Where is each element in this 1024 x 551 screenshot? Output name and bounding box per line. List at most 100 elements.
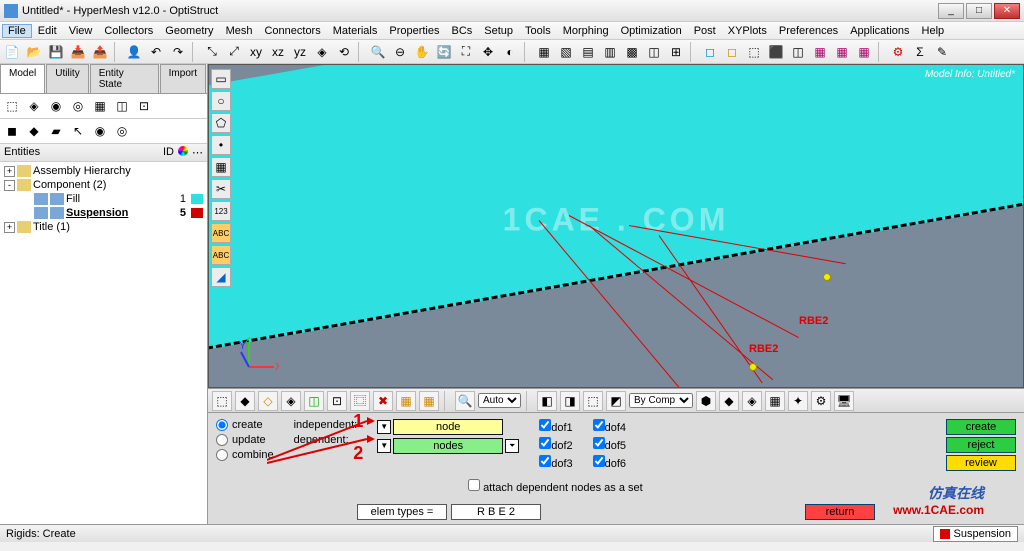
open-icon[interactable]: 📂 — [24, 42, 44, 62]
menu-help[interactable]: Help — [916, 24, 951, 38]
tab-entity-state[interactable]: Entity State — [90, 64, 159, 93]
bt6-icon[interactable]: ◫ — [112, 96, 132, 116]
dof3-check[interactable]: dof3 — [539, 455, 572, 470]
menu-connectors[interactable]: Connectors — [258, 24, 326, 38]
menu-materials[interactable]: Materials — [327, 24, 384, 38]
render2-icon[interactable]: ◨ — [560, 391, 580, 411]
fit-icon[interactable]: ⛶ — [456, 42, 476, 62]
vis3-icon[interactable]: ◈ — [742, 391, 762, 411]
new-icon[interactable]: 📄 — [2, 42, 22, 62]
vt-surf-icon[interactable]: ◢ — [211, 267, 231, 287]
return-button[interactable]: return — [805, 504, 875, 520]
collapse-icon[interactable]: - — [4, 180, 15, 191]
maximize-button[interactable]: □ — [966, 3, 992, 19]
nodes-dropdown-button[interactable]: ⏷ — [505, 439, 519, 453]
menu-view[interactable]: View — [63, 24, 99, 38]
render1-icon[interactable]: ◧ — [537, 391, 557, 411]
mask1-icon[interactable]: ⬚ — [212, 391, 232, 411]
more-icon[interactable]: ⋯ — [192, 146, 203, 159]
3d-viewport[interactable]: ▭ ○ ⬠ • ▦ ✂ 123 ABC ABC ◢ Model Info: Un… — [208, 64, 1024, 388]
disp2-icon[interactable]: ◆ — [24, 121, 44, 141]
disp4-icon[interactable]: ◉ — [90, 121, 110, 141]
vt-clip-icon[interactable]: ✂ — [211, 179, 231, 199]
tab-import[interactable]: Import — [160, 64, 206, 93]
close-button[interactable]: ✕ — [994, 3, 1020, 19]
radio-update-input[interactable] — [216, 434, 228, 446]
delete-icon[interactable]: ✖ — [373, 391, 393, 411]
current-component[interactable]: Suspension — [933, 526, 1019, 542]
xy-icon[interactable]: xy — [246, 42, 266, 62]
vis6-icon[interactable]: ⚙ — [811, 391, 831, 411]
mesh1-icon[interactable]: ▦ — [810, 42, 830, 62]
spin-icon[interactable]: ◐ — [500, 42, 520, 62]
menu-properties[interactable]: Properties — [383, 24, 445, 38]
reject-button[interactable]: reject — [946, 437, 1016, 453]
tab-utility[interactable]: Utility — [46, 64, 88, 93]
trans-icon[interactable]: ◫ — [788, 42, 808, 62]
mask4-icon[interactable]: ◈ — [281, 391, 301, 411]
mask7-icon[interactable]: ⿴ — [350, 391, 370, 411]
tool1-icon[interactable]: ⚙ — [888, 42, 908, 62]
tree-assembly[interactable]: + Assembly Hierarchy — [2, 164, 205, 178]
undo-icon[interactable]: ↶ — [146, 42, 166, 62]
menu-edit[interactable]: Edit — [32, 24, 63, 38]
vt-abc2-icon[interactable]: ABC — [211, 245, 231, 265]
disp5-icon[interactable]: ◎ — [112, 121, 132, 141]
org1-icon[interactable]: ▦ — [396, 391, 416, 411]
dependent-nodes-selector[interactable]: nodes — [393, 438, 503, 454]
window4-icon[interactable]: ▥ — [600, 42, 620, 62]
cube2-icon[interactable]: ◻ — [722, 42, 742, 62]
iso-icon[interactable]: ◈ — [312, 42, 332, 62]
window3-icon[interactable]: ▤ — [578, 42, 598, 62]
vis7-icon[interactable]: 🖥 — [834, 391, 854, 411]
menu-mesh[interactable]: Mesh — [220, 24, 259, 38]
org2-icon[interactable]: ▦ — [419, 391, 439, 411]
window7-icon[interactable]: ⊞ — [666, 42, 686, 62]
radio-combine[interactable]: combine — [216, 449, 274, 461]
menu-tools[interactable]: Tools — [519, 24, 557, 38]
elem-types-button[interactable]: elem types = — [357, 504, 447, 520]
vis4-icon[interactable]: ▦ — [765, 391, 785, 411]
dof4-check[interactable]: dof4 — [593, 419, 626, 434]
zoom-out-icon[interactable]: ⊖ — [390, 42, 410, 62]
tool2-icon[interactable]: Σ — [910, 42, 930, 62]
mesh3-icon[interactable]: ▦ — [854, 42, 874, 62]
tree-suspension[interactable]: Suspension 5 — [2, 206, 205, 220]
user-icon[interactable]: 👤 — [124, 42, 144, 62]
disp1-icon[interactable]: ◼ — [2, 121, 22, 141]
auto-select[interactable]: Auto — [478, 393, 521, 408]
radio-create[interactable]: create — [216, 419, 274, 431]
vis2-icon[interactable]: ◆ — [719, 391, 739, 411]
vis5-icon[interactable]: ✦ — [788, 391, 808, 411]
menu-setup[interactable]: Setup — [478, 24, 519, 38]
mask3-icon[interactable]: ◇ — [258, 391, 278, 411]
vt-abc1-icon[interactable]: ABC — [211, 223, 231, 243]
radio-create-input[interactable] — [216, 419, 228, 431]
window2-icon[interactable]: ▧ — [556, 42, 576, 62]
bt4-icon[interactable]: ◎ — [68, 96, 88, 116]
axis2-icon[interactable]: ⤢ — [224, 42, 244, 62]
reverse-icon[interactable]: ⟲ — [334, 42, 354, 62]
axis-icon[interactable]: ⤡ — [202, 42, 222, 62]
vt-elem-icon[interactable]: ▦ — [211, 157, 231, 177]
tree-fill[interactable]: Fill 1 — [2, 192, 205, 206]
menu-xyplots[interactable]: XYPlots — [722, 24, 773, 38]
expand-icon[interactable]: + — [4, 222, 15, 233]
cube1-icon[interactable]: ◻ — [700, 42, 720, 62]
create-button[interactable]: create — [946, 419, 1016, 435]
cursor-icon[interactable]: ↖ — [68, 121, 88, 141]
disp3-icon[interactable]: ▰ — [46, 121, 66, 141]
window6-icon[interactable]: ◫ — [644, 42, 664, 62]
shaded-icon[interactable]: ⬛ — [766, 42, 786, 62]
yz-icon[interactable]: yz — [290, 42, 310, 62]
bt3-icon[interactable]: ◉ — [46, 96, 66, 116]
attach-check[interactable]: attach dependent nodes as a set — [468, 482, 643, 494]
tree-component[interactable]: - Component (2) — [2, 178, 205, 192]
vis1-icon[interactable]: ⬢ — [696, 391, 716, 411]
elem-type-value[interactable]: R B E 2 — [451, 504, 541, 520]
bt1-icon[interactable]: ⬚ — [2, 96, 22, 116]
color-wheel-icon[interactable] — [178, 146, 188, 156]
suspension-color-swatch[interactable] — [191, 208, 203, 218]
independent-node-selector[interactable]: node — [393, 419, 503, 435]
menu-optimization[interactable]: Optimization — [615, 24, 688, 38]
